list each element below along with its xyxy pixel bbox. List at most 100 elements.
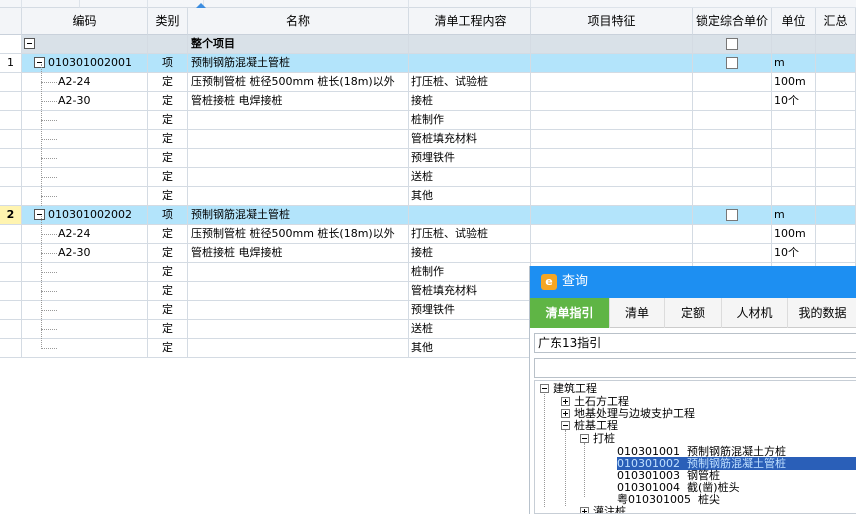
tab-my-data[interactable]: 我的数据	[788, 298, 856, 328]
row-lock	[693, 225, 772, 244]
app-logo-icon: e	[541, 274, 557, 290]
row-number	[0, 168, 22, 187]
row-type: 定	[148, 92, 188, 111]
tab-bill-guide[interactable]: 清单指引	[530, 298, 610, 328]
row-number: 2	[0, 206, 22, 225]
strip-cell	[22, 0, 80, 8]
header-content[interactable]: 清单工程内容	[409, 8, 531, 35]
row-name[interactable]	[188, 282, 409, 301]
collapse-icon[interactable]	[24, 37, 35, 49]
row-summary	[816, 168, 856, 187]
tree-node-root[interactable]: 建筑工程	[540, 382, 597, 395]
query-search-input[interactable]	[534, 358, 856, 378]
row-name[interactable]	[188, 301, 409, 320]
tab-quota[interactable]: 定额	[665, 298, 722, 328]
row-type: 定	[148, 320, 188, 339]
row-name[interactable]	[188, 130, 409, 149]
table-row[interactable]: 定 预埋铁件	[0, 149, 856, 168]
row-number	[0, 111, 22, 130]
lock-price-checkbox[interactable]	[726, 38, 738, 50]
table-row[interactable]: A2-30 定 管桩接桩 电焊接桩 接桩 10个	[0, 92, 856, 111]
row-name[interactable]: 预制钢筋混凝土管桩	[188, 206, 409, 225]
header-feature[interactable]: 项目特征	[531, 8, 693, 35]
row-feature	[531, 73, 693, 92]
row-name[interactable]: 管桩接桩 电焊接桩	[188, 244, 409, 263]
row-name[interactable]	[188, 187, 409, 206]
row-unit[interactable]: m	[772, 206, 816, 225]
header-type[interactable]: 类别	[148, 8, 188, 35]
collapse-icon[interactable]	[540, 383, 549, 393]
lock-price-checkbox[interactable]	[726, 57, 738, 69]
row-name[interactable]: 压预制管桩 桩径500mm 桩长(18m)以外	[188, 73, 409, 92]
row-unit: 100m	[772, 73, 816, 92]
row-name[interactable]	[188, 149, 409, 168]
row-feature[interactable]	[531, 54, 693, 73]
row-feature[interactable]	[531, 206, 693, 225]
row-type: 项	[148, 54, 188, 73]
strip-cell	[409, 0, 531, 8]
tree-line	[41, 120, 57, 121]
tree-node-pile[interactable]: 桩基工程	[561, 419, 618, 432]
collapse-icon[interactable]	[580, 433, 589, 443]
row-name[interactable]	[188, 263, 409, 282]
table-row[interactable]: 定 管桩填充材料	[0, 130, 856, 149]
header-unit[interactable]: 单位	[772, 8, 816, 35]
row-lock	[693, 187, 772, 206]
row-name[interactable]	[188, 168, 409, 187]
table-row[interactable]: A2-24 定 压预制管桩 桩径500mm 桩长(18m)以外 打压桩、试验桩 …	[0, 225, 856, 244]
tree-item[interactable]: 粤010301005 桩尖	[617, 493, 720, 506]
guide-selector[interactable]: 广东13指引	[534, 333, 856, 353]
row-content	[409, 54, 531, 73]
tree-line	[41, 348, 57, 349]
collapse-icon[interactable]	[34, 56, 45, 68]
collapse-icon[interactable]	[34, 208, 45, 220]
strip-cell	[204, 0, 409, 8]
expand-icon[interactable]	[561, 396, 570, 406]
row-type: 定	[148, 225, 188, 244]
row-name[interactable]	[188, 320, 409, 339]
row-content: 桩制作	[409, 111, 531, 130]
table-row-bill-1[interactable]: 1 010301002001 项 预制钢筋混凝土管桩 m	[0, 54, 856, 73]
header-summary[interactable]: 汇总	[816, 8, 856, 35]
tab-bill[interactable]: 清单	[610, 298, 665, 328]
table-row[interactable]: 定 桩制作	[0, 111, 856, 130]
row-number: 1	[0, 54, 22, 73]
tree-node-driving[interactable]: 打桩	[580, 432, 615, 445]
table-row[interactable]: 定 送桩	[0, 168, 856, 187]
row-name[interactable]	[188, 111, 409, 130]
table-row-project[interactable]: 整个项目	[0, 35, 856, 54]
row-name[interactable]	[188, 339, 409, 358]
row-number	[0, 244, 22, 263]
row-unit	[772, 35, 816, 54]
row-content	[409, 35, 531, 54]
row-unit	[772, 130, 816, 149]
tree-line	[41, 101, 57, 102]
item-name: 桩尖	[698, 493, 720, 506]
table-row[interactable]: A2-30 定 管桩接桩 电焊接桩 接桩 10个	[0, 244, 856, 263]
table-row[interactable]: A2-24 定 压预制管桩 桩径500mm 桩长(18m)以外 打压桩、试验桩 …	[0, 73, 856, 92]
row-summary	[816, 92, 856, 111]
tree-line	[41, 234, 57, 235]
row-name[interactable]: 预制钢筋混凝土管桩	[188, 54, 409, 73]
header-code[interactable]: 编码	[22, 8, 148, 35]
tab-materials[interactable]: 人材机	[722, 298, 788, 328]
row-name[interactable]: 压预制管桩 桩径500mm 桩长(18m)以外	[188, 225, 409, 244]
tree-line	[584, 443, 585, 497]
row-unit[interactable]: m	[772, 54, 816, 73]
header-lock-price[interactable]: 锁定综合单价	[693, 8, 772, 35]
table-row[interactable]: 定 其他	[0, 187, 856, 206]
tree-node-cast-pile[interactable]: 灌注桩	[580, 505, 626, 513]
lock-price-checkbox[interactable]	[726, 209, 738, 221]
table-row-bill-2[interactable]: 2 010301002002 项 预制钢筋混凝土管桩 m	[0, 206, 856, 225]
row-summary	[816, 130, 856, 149]
expand-icon[interactable]	[580, 506, 589, 513]
expand-icon[interactable]	[561, 408, 570, 418]
collapse-icon[interactable]	[561, 420, 570, 430]
row-number	[0, 35, 22, 54]
row-name[interactable]: 管桩接桩 电焊接桩	[188, 92, 409, 111]
header-name[interactable]: 名称	[188, 8, 409, 35]
row-summary	[816, 35, 856, 54]
row-number	[0, 320, 22, 339]
query-titlebar[interactable]: e 查询	[530, 266, 856, 298]
row-number	[0, 149, 22, 168]
